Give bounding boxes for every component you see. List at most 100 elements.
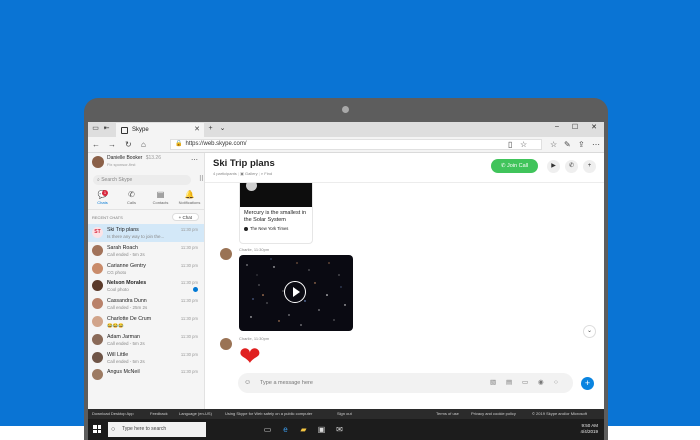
chat-time: 11:30 pm [180,315,198,321]
tab-skype[interactable]: Skype ✕ [116,123,204,137]
message-input[interactable] [260,378,460,388]
new-chat-button[interactable]: + Chat [171,213,199,221]
pen-icon[interactable]: ✎ [564,140,571,149]
chat-preview: CG photo [107,269,127,275]
edge-browser-icon[interactable]: e [280,424,291,435]
tab-actions-icon[interactable]: ▭ [91,125,100,133]
chat-item-nelson-morales[interactable]: Nelson Morales Cool photo 11:30 pm [88,277,204,295]
chat-item-ski-trip[interactable]: ST Ski Trip plans Is there any way to jo… [88,224,204,242]
close-tab-icon[interactable]: ✕ [194,125,200,133]
find-link[interactable]: Find [264,171,272,176]
webcam [342,106,349,113]
profile[interactable]: Danielle Booker $13.26 Fix sponsor-first… [88,153,204,171]
chat-item-adam-jarman[interactable]: Adam Jarman Call ended - 5m 2s 11:30 pm [88,331,204,349]
chat-item-carianne-gentry[interactable]: Carianne Gentry CG photo 11:30 pm [88,260,204,278]
card-source-name: The New York Times [250,226,289,231]
minimize-icon[interactable]: – [552,123,562,130]
nyt-logo-icon [244,226,248,231]
taskbar-search[interactable]: ○ Type here to search [108,422,206,437]
terms-link[interactable]: Terms of use [436,409,459,419]
message-sender: Charlie, 11:30pm [239,247,270,252]
chat-time: 11:30 pm [180,333,198,339]
browser-tab-bar: ▭ ⇤ Skype ✕ + ⌄ – ☐ ✕ [88,122,604,137]
play-icon[interactable] [284,281,306,303]
sign-out-link[interactable]: Sign out [337,409,352,419]
location-icon[interactable]: ◉ [538,378,544,387]
tab-label: Contacts [152,200,169,205]
heart-emoji-icon: ❤ [239,341,261,371]
more-icon[interactable]: ⋯ [592,140,600,149]
tab-calls[interactable]: ✆ Calls [117,190,146,209]
close-window-icon[interactable]: ✕ [589,123,599,131]
chat-item-sarah-roach[interactable]: Sarah Roach Call ended - 5m 2s 11:30 pm [88,242,204,260]
url-field[interactable]: 🔒 https://web.skype.com/ [170,139,542,150]
chat-time: 11:30 pm [180,351,198,357]
profile-name-row: Danielle Booker $13.26 [107,155,161,161]
chat-name: Carianne Gentry [107,262,146,269]
tab-notifications[interactable]: 🔔 Notifications [175,190,204,209]
feedback-link[interactable]: Feedback [150,409,168,419]
conversation-pane: Ski Trip plans 4 participants | ▣ Galler… [205,153,604,409]
share-icon[interactable]: ⇪ [578,140,585,149]
audio-call-icon[interactable]: ✆ [565,160,578,173]
refresh-icon[interactable]: ↻ [125,140,132,149]
file-icon[interactable]: ▤ [506,378,512,387]
sidebar: Danielle Booker $13.26 Fix sponsor-first… [88,153,205,409]
search-input[interactable]: ⌕ Search Skype ⠿ [93,175,204,185]
image-icon[interactable]: ▧ [490,378,496,387]
chat-preview: 😂😂😂 [107,322,124,328]
task-view-icon[interactable]: ▭ [262,424,273,435]
home-icon[interactable]: ⌂ [141,140,146,149]
tab-contacts[interactable]: ▤ Contacts [146,190,175,209]
file-explorer-icon[interactable]: ▰ [298,424,309,435]
forward-icon[interactable]: → [108,140,116,149]
mail-icon[interactable]: ✉ [334,424,345,435]
add-button[interactable]: + [581,377,594,390]
tab-chats[interactable]: 💬 1 Chats [88,190,117,209]
chat-time: 11:30 pm [180,244,198,250]
new-tab-icon[interactable]: + [206,125,215,133]
chat-item-cassandra-dunn[interactable]: Cassandra Dunn Call ended - 25m 2s 11:30… [88,295,204,313]
chat-item-charlotte-de-crum[interactable]: Charlotte De Crum 😂😂😂 11:30 pm [88,313,204,331]
chat-item-angus-mcneil[interactable]: Angus McNeil 11:30 pm [88,366,204,384]
chat-name: Cassandra Dunn [107,298,147,305]
tab-back-icon[interactable]: ⇤ [102,125,111,133]
chat-name: Nelson Morales [107,280,147,287]
scroll-down-icon[interactable]: ⌄ [583,325,596,338]
emoji-icon[interactable]: ☺ [244,378,251,387]
safety-notice-link[interactable]: Using Skype for Web safely on a public c… [225,409,312,419]
add-people-icon[interactable]: + [583,160,596,173]
chat-time: 11:30 pm [180,227,198,232]
language-link[interactable]: Language (en-US) [179,409,212,419]
more-options-icon[interactable]: ○ [554,378,558,387]
gallery-link[interactable]: Gallery [245,171,258,176]
nav-tabs: 💬 1 Chats ✆ Calls ▤ Contacts 🔔 Notif [88,190,204,210]
dialpad-icon[interactable]: ⠿ [199,176,204,184]
more-options-icon[interactable]: ⋯ [191,156,198,164]
chat-preview: Call ended - 5m 2s [107,251,145,257]
contact-card-icon[interactable]: ▭ [522,378,528,387]
favorites-icon[interactable]: ☆ [550,140,557,149]
maximize-icon[interactable]: ☐ [570,123,580,131]
favorite-star-icon[interactable]: ☆ [520,140,527,149]
participants-link[interactable]: 4 participants [213,171,237,176]
video-message[interactable] [239,255,353,331]
profile-name: Danielle Booker [107,155,143,161]
conversation-header: Ski Trip plans 4 participants | ▣ Galler… [205,153,604,183]
link-preview-card[interactable]: Mercury is the smallest in the Solar Sys… [239,183,313,244]
privacy-link[interactable]: Privacy and cookie policy [471,409,516,419]
store-icon[interactable]: ▣ [316,424,327,435]
join-call-label: Join Call [507,163,529,169]
reading-view-icon[interactable]: ▯ [508,140,512,149]
video-call-icon[interactable]: ▶ [547,160,560,173]
chevron-down-icon[interactable]: ⌄ [218,125,227,133]
windows-start-icon[interactable] [93,425,101,433]
chat-item-will-little[interactable]: Will Little Call ended - 5m 2s 11:30 pm [88,349,204,367]
join-call-button[interactable]: ✆ Join Call [491,159,538,173]
back-icon[interactable]: ← [92,140,100,149]
clock-date: 4/4/2019 [580,429,598,434]
card-text: Mercury is the smallest in the Solar Sys… [244,210,307,223]
message-list: Mercury is the smallest in the Solar Sys… [205,183,604,371]
download-desktop-link[interactable]: Download Desktop App [92,409,134,419]
system-tray[interactable]: 9:50 AM 4/4/2019 [580,423,598,435]
